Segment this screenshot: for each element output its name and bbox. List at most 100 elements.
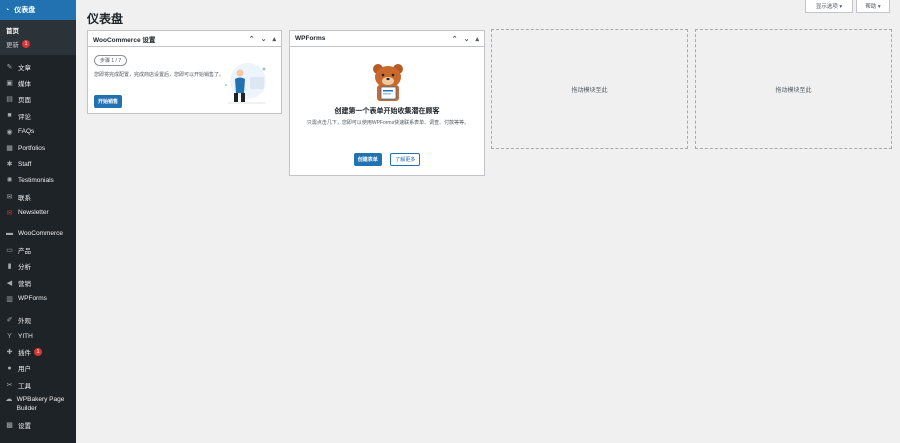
plugin-icon: ✚ [6,349,13,357]
dashboard-submenu: 首页 更新 1 [0,20,76,55]
sidebar-item-plugins[interactable]: ✚ 插件 1 [0,344,76,360]
sidebar-item-label: FAQs [18,128,35,136]
sidebar-item-label: 联系 [18,194,31,202]
sidebar-item-woocommerce[interactable]: ▬ WooCommerce [0,226,76,242]
brush-icon: ✐ [6,316,13,324]
sidebar-item-label: 仪表盘 [14,7,36,14]
sidebar-item-label: 文章 [18,65,31,73]
sidebar-item-label: 插件 [18,350,31,358]
woo-icon: ▬ [6,230,13,238]
submenu-label: 更新 [6,42,19,49]
sidebar-item-settings[interactable]: ▩ 设置 [0,417,76,433]
sidebar-item-label: YITH [18,332,33,340]
sidebar-item-portfolios[interactable]: ▦ Portfolios [0,140,76,156]
setup-description: 您即将完成配置，完成商店设置后，您即可以开始销售了。 [94,72,225,78]
help-button[interactable]: 帮助 ▾ [856,0,890,13]
widget-title: WPForms [295,35,326,42]
sidebar-item-label: 媒体 [18,81,31,89]
woocommerce-setup-widget: WooCommerce 设置 ⌃ ⌄ ▴ 步骤 1 / 7 您即将完成配置，完成… [87,30,282,114]
sidebar-item-contact[interactable]: ✉ 联系 [0,189,76,205]
sidebar-item-label: Staff [18,160,32,168]
plugin-count-badge: 1 [34,348,42,357]
setup-illustration [225,63,266,104]
update-count-badge: 1 [22,40,30,48]
page-icon: ▤ [6,96,13,104]
wpforms-headline: 创建第一个表单开始收集潜在顾客 [334,108,440,115]
step-indicator: 步骤 1 / 7 [94,55,128,66]
submenu-label: 首页 [6,28,19,35]
sidebar-item-wpbakery[interactable]: ☁ WPBakery Page Builder [0,393,76,417]
sidebar-item-label: WPBakery Page Builder [16,395,65,412]
testimonial-icon: ✺ [6,177,13,185]
sidebar-item-pages[interactable]: ▤ 页面 [0,91,76,107]
sidebar-item-label: Newsletter [18,209,49,217]
sidebar-item-label: Portfolios [18,144,46,152]
staff-icon: ✱ [6,161,13,169]
create-form-button[interactable]: 创建表单 [353,153,382,166]
wpforms-widget: WPForms ⌃ ⌄ ▴ 创建第一个表单开始收集潜在顾客 只需点击几下，您即可… [289,30,485,176]
wpforms-bear-mascot [373,64,403,101]
screen-options-button[interactable]: 显示选项 ▾ [805,0,853,13]
submenu-home[interactable]: 首页 [0,23,76,37]
widget-header: WPForms ⌃ ⌄ ▴ [290,31,484,47]
sidebar-item-label: 营销 [18,280,31,288]
sidebar-item-label: 评论 [18,113,31,121]
sidebar-item-wpforms[interactable]: ▥ WPForms [0,291,76,307]
widget-drop-zone[interactable]: 拖动模块至此 [491,29,688,149]
toggle-panel-icon[interactable]: ▴ [272,35,276,43]
start-selling-button[interactable]: 开始销售 [94,95,123,108]
yith-icon: Y [7,332,12,340]
learn-more-button[interactable]: 了解更多 [390,153,421,166]
sidebar-item-marketing[interactable]: ◀ 营销 [0,274,76,290]
sidebar-item-products[interactable]: ▭ 产品 [0,242,76,258]
tool-icon: ✂ [6,381,13,389]
sidebar-item-label: 外观 [18,317,31,325]
sidebar-item-testimonials[interactable]: ✺ Testimonials [0,172,76,188]
widget-title: WooCommerce 设置 [93,36,156,44]
mail-icon: ✉ [6,193,13,201]
sidebar-item-label: WooCommerce [18,230,64,238]
page-title: 仪表盘 [87,12,124,26]
wpbakery-icon: ☁ [5,395,13,403]
sidebar-item-staff[interactable]: ✱ Staff [0,156,76,172]
wpforms-actions: 创建表单 了解更多 [290,148,484,166]
move-down-icon[interactable]: ⌄ [261,35,267,43]
sidebar-item-label: Testimonials [18,176,54,184]
sidebar-item-tools[interactable]: ✂ 工具 [0,377,76,393]
move-up-icon[interactable]: ⌃ [249,35,255,43]
sidebar-item-label: 用户 [18,366,31,374]
sidebar-item-label: 设置 [18,422,31,430]
sidebar-item-users[interactable]: ● 用户 [0,360,76,376]
megaphone-icon: ◀ [6,279,13,287]
widget-drop-zone[interactable]: 拖动模块至此 [695,29,892,149]
sidebar-item-yith[interactable]: Y YITH [0,328,76,344]
sidebar-item-comments[interactable]: ■ 评论 [0,108,76,124]
faq-icon: ◉ [6,128,13,136]
pin-icon: ✎ [6,64,13,72]
wpforms-icon: ▥ [6,295,13,303]
sidebar-item-media[interactable]: ▣ 媒体 [0,75,76,91]
dashboard-icon: ◔ [5,6,10,14]
sidebar-item-appearance[interactable]: ✐ 外观 [0,312,76,328]
newsletter-icon: ✉ [6,209,13,217]
move-down-icon[interactable]: ⌄ [464,35,470,43]
toggle-panel-icon[interactable]: ▴ [475,35,479,43]
wpforms-description: 只需点击几下，您即可以使用WPForms快速联系表单、调查、付款等等。 [306,120,470,126]
sidebar-item-label: 工具 [18,382,31,390]
sidebar-item-analytics[interactable]: ▮ 分析 [0,258,76,274]
admin-sidebar: ◔ 仪表盘 首页 更新 1 ✎ 文章 ▣ 媒体 ▤ 页面 ■ 评论 ◉ FAQs ▦ Port… [0,0,76,443]
settings-icon: ▩ [6,421,13,429]
user-icon: ● [7,364,12,372]
sidebar-item-dashboard[interactable]: ◔ 仪表盘 [0,0,76,20]
sidebar-item-faqs[interactable]: ◉ FAQs [0,124,76,140]
sidebar-item-posts[interactable]: ✎ 文章 [0,59,76,75]
product-icon: ▭ [6,247,13,255]
submenu-updates[interactable]: 更新 1 [0,37,76,51]
sidebar-item-label: 产品 [18,248,31,256]
sidebar-item-newsletter[interactable]: ✉ Newsletter [0,205,76,221]
widget-header: WooCommerce 设置 ⌃ ⌄ ▴ [88,31,281,47]
analytics-icon: ▮ [7,263,12,271]
sidebar-item-label: 分析 [18,264,31,272]
comment-icon: ■ [7,112,12,120]
move-up-icon[interactable]: ⌃ [452,35,458,43]
